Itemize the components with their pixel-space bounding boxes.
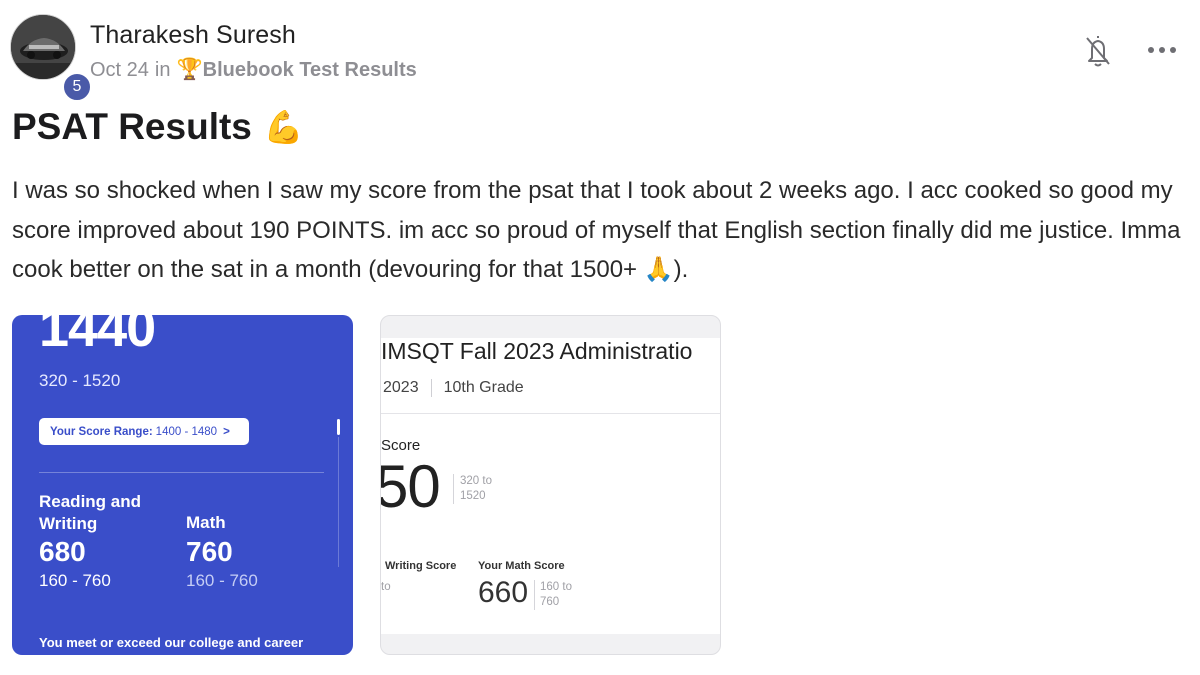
author-avatar[interactable]: 5 (10, 14, 92, 102)
flexed-biceps-icon: 💪 (263, 109, 304, 145)
math-section-label: Math (186, 513, 226, 532)
author-name[interactable]: Tharakesh Suresh (90, 21, 296, 50)
scrollbar-track (338, 437, 339, 567)
benchmark-note: You meet or exceed our college and caree… (39, 635, 304, 650)
report-divider (381, 413, 720, 414)
report-grade: 10th Grade (443, 379, 524, 396)
math-score-label: Your Math Score (478, 560, 565, 572)
total-score-partial: 50 (380, 453, 441, 520)
math-range-high: 760 (540, 596, 560, 608)
math-range: 160 to 760 (534, 580, 572, 610)
total-score: 1440 (39, 315, 156, 358)
report-subheading: 2023 10th Grade (383, 379, 524, 397)
total-range-low: 320 to (460, 475, 492, 487)
rw-section-label: Reading and Writing (39, 492, 142, 533)
post-date: Oct 24 (90, 58, 149, 81)
rw-range-partial: to (381, 581, 391, 593)
rw-score: 680 (39, 536, 86, 567)
report-heading: IMSQT Fall 2023 Administratio (381, 338, 693, 364)
post-title: PSAT Results 💪 (12, 106, 304, 148)
car-photo-icon (11, 15, 75, 79)
math-score-value: 660 (478, 576, 529, 609)
report-year: 2023 (383, 379, 419, 396)
post-meta: Oct 24 in 🏆 Bluebook Test Results (90, 58, 417, 82)
subheading-separator (430, 379, 432, 397)
avatar-image (10, 14, 76, 80)
score-range-button: Your Score Range: 1400 - 1480 > (39, 418, 249, 445)
score-range-value: 1400 - 1480 (155, 425, 218, 438)
math-score: 760 (186, 536, 233, 567)
more-options-icon[interactable] (1146, 40, 1178, 60)
total-range: 320 to 1520 (453, 474, 492, 504)
math-range: 160 - 760 (186, 571, 258, 590)
chevron-right-icon: > (223, 425, 230, 438)
score-image-2[interactable]: IMSQT Fall 2023 Administratio 2023 10th … (380, 315, 721, 655)
rw-range: 160 - 760 (39, 571, 111, 590)
total-range-high: 1520 (460, 490, 486, 502)
post-card: 5 Tharakesh Suresh Oct 24 in 🏆 Bluebook … (0, 0, 1200, 675)
bell-off-icon[interactable] (1083, 34, 1113, 68)
section-divider (39, 472, 324, 473)
post-body: I was so shocked when I saw my score fro… (12, 177, 1181, 283)
math-range-low: 160 to (540, 581, 572, 593)
scrollbar-thumb (337, 419, 340, 435)
total-score-range: 320 - 1520 (39, 371, 121, 390)
score-image-1[interactable]: 1440 320 - 1520 Your Score Range: 1400 -… (12, 315, 353, 655)
score-range-label: Your Score Range: (50, 425, 153, 438)
post-title-text: PSAT Results (12, 106, 252, 147)
level-badge: 5 (62, 72, 92, 102)
meta-in-text: in (154, 58, 171, 81)
group-link[interactable]: Bluebook Test Results (203, 59, 417, 82)
trophy-icon: 🏆 (176, 58, 203, 81)
rw-score-label: Writing Score (385, 560, 457, 572)
